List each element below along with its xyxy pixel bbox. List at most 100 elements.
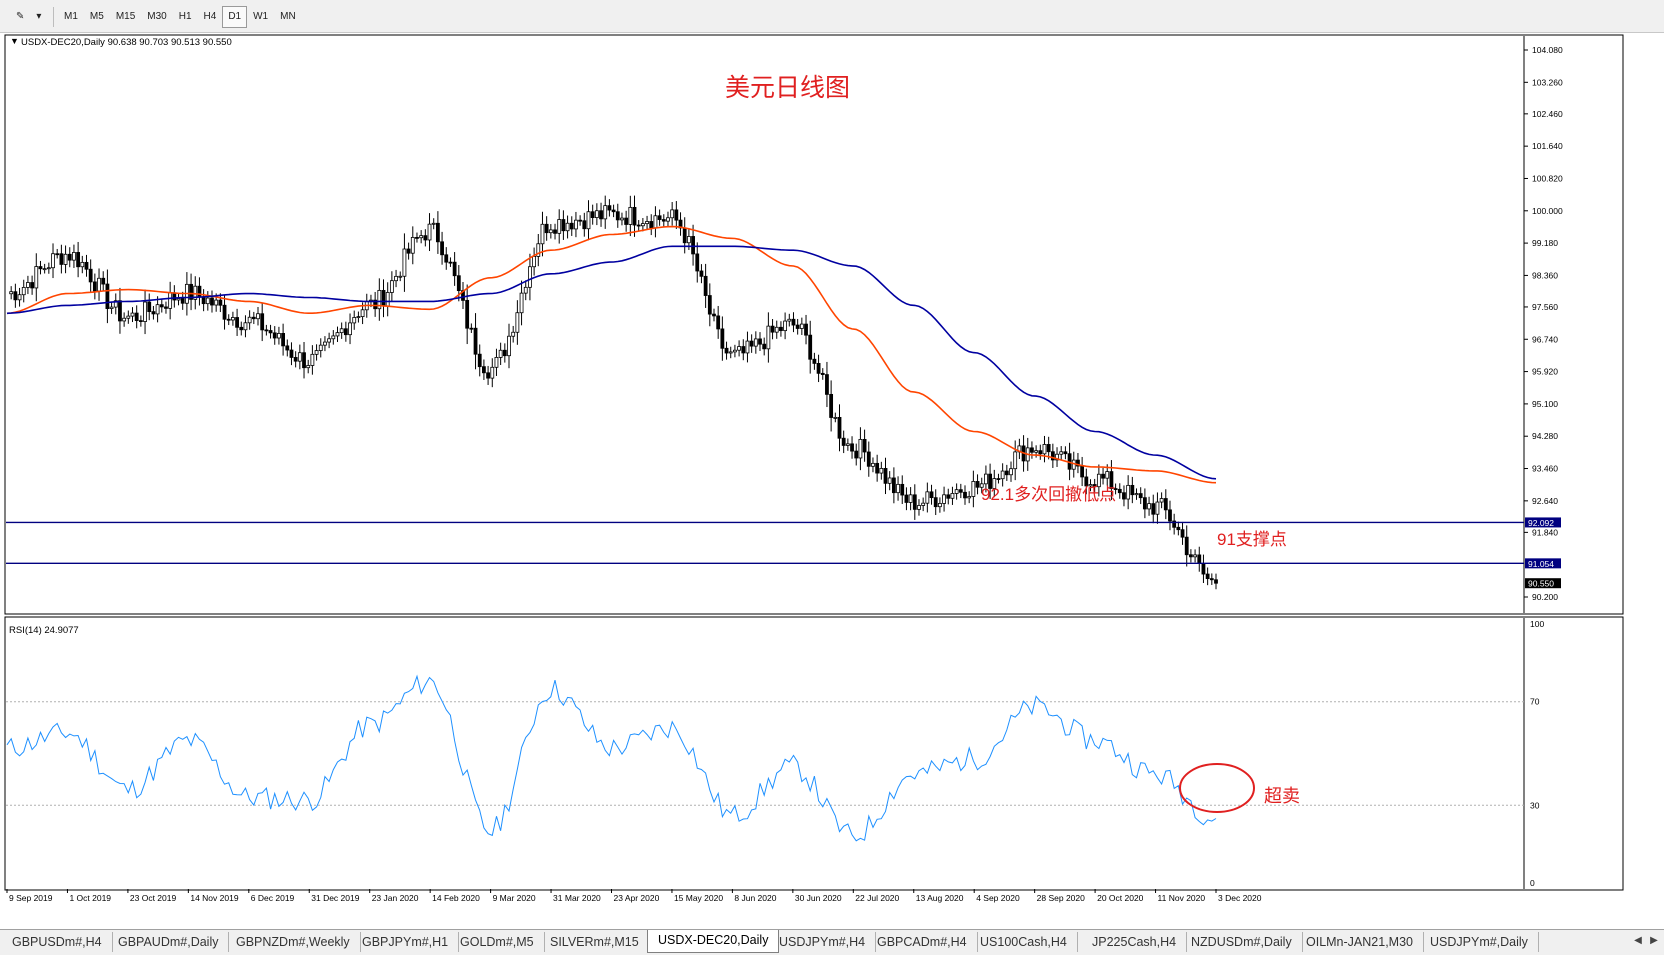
rsi-axis-label-2: 30 (1530, 800, 1540, 810)
timeframe-d1[interactable]: D1 (222, 6, 248, 28)
price-axis-label-5: 100.000 (1532, 206, 1563, 216)
candle-body (59, 253, 64, 265)
timeframe-h1[interactable]: H1 (173, 6, 198, 28)
candle-body (419, 235, 424, 239)
candle-body (268, 330, 273, 334)
chart-window[interactable]: 104.080 103.260 102.460 101.640 100.820 100.0… (4, 34, 1632, 912)
chart-tab-10[interactable]: JP225Cash,H4 (1082, 932, 1188, 952)
candle-body (327, 338, 332, 343)
candle-body (176, 298, 181, 301)
candle-body (1155, 501, 1160, 515)
candle-body (511, 331, 516, 337)
chart-tab-5[interactable]: SILVERm#,M15 (540, 932, 650, 952)
candle-body (67, 253, 72, 261)
candle-body (55, 253, 60, 256)
candle-body (285, 345, 290, 351)
chevron-down-icon[interactable]: ▾ (30, 6, 47, 28)
timeframe-w1[interactable]: W1 (247, 6, 274, 28)
candle-body (1205, 573, 1210, 580)
symbol-collapse-icon[interactable]: ▼ (10, 36, 19, 46)
line-studies-icon[interactable]: ✎ (10, 6, 30, 28)
chart-tab-2[interactable]: GBPNZDm#,Weekly (226, 932, 361, 952)
time-axis-label-11: 15 May 2020 (674, 893, 723, 903)
candle-body (264, 329, 269, 332)
rsi-label: RSI(14) 24.9077 (9, 625, 79, 636)
chart-tab-13[interactable]: USDJPYm#,Daily (1420, 932, 1539, 952)
candle-body (816, 363, 821, 374)
candle-body (155, 304, 160, 315)
price-marker-label-2: 90.550 (1528, 579, 1554, 589)
candle-body (837, 416, 842, 439)
tab-scroll-right-icon[interactable]: ▶ (1648, 934, 1660, 948)
chart-tab-0[interactable]: GBPUSDm#,H4 (2, 932, 113, 952)
price-axis-label-7: 98.360 (1532, 270, 1558, 280)
time-axis-label-4: 6 Dec 2019 (251, 893, 295, 903)
time-axis-label-20: 3 Dec 2020 (1218, 893, 1262, 903)
candle-body (51, 253, 55, 269)
candle-body (1004, 470, 1009, 476)
candle-body (147, 301, 152, 313)
candle-body (310, 353, 315, 366)
timeframe-m5[interactable]: M5 (84, 6, 110, 28)
candle-body (582, 220, 587, 230)
time-axis-label-10: 23 Apr 2020 (614, 893, 660, 903)
time-axis-label-16: 4 Sep 2020 (976, 893, 1020, 903)
chart-tab-3[interactable]: GBPJPYm#,H1 (352, 932, 460, 952)
candle-body (126, 315, 131, 319)
timeframe-m15[interactable]: M15 (110, 6, 141, 28)
candle-body (293, 357, 298, 362)
timeframe-m1[interactable]: M1 (58, 6, 84, 28)
candle-body (339, 328, 344, 334)
candle-body (854, 450, 859, 459)
candle-body (210, 297, 214, 306)
candle-body (247, 316, 252, 324)
price-chart-canvas[interactable]: 104.080 103.260 102.460 101.640 100.820 100.0… (4, 34, 1632, 912)
timeframe-m30[interactable]: M30 (141, 6, 172, 28)
candle-body (151, 311, 156, 315)
candle-body (1030, 447, 1034, 453)
candle-body (473, 327, 478, 355)
chart-tab-1[interactable]: GBPAUDm#,Daily (108, 932, 230, 952)
time-axis-label-15: 13 Aug 2020 (916, 893, 964, 903)
chart-tab-11[interactable]: NZDUSDm#,Daily (1181, 932, 1303, 952)
candle-body (34, 266, 39, 289)
chart-tab-8[interactable]: GBPCADm#,H4 (867, 932, 978, 952)
candle-body (97, 277, 101, 292)
timeframe-mn[interactable]: MN (274, 6, 302, 28)
candle-body (929, 491, 934, 499)
candle-body (46, 267, 51, 270)
chart-toolbar: ✎ ▾ M1 M5 M15 M30 H1 H4 D1 W1 MN (0, 0, 1664, 33)
candle-body (1059, 451, 1064, 455)
candle-body (620, 217, 624, 221)
chart-tab-12[interactable]: OILMn-JAN21,M30 (1296, 932, 1424, 952)
tab-scroll-left-icon[interactable]: ◀ (1632, 934, 1644, 948)
candle-body (896, 483, 900, 494)
candle-body (92, 281, 97, 292)
candle-body (937, 503, 942, 508)
price-axis-label-2: 102.460 (1532, 109, 1563, 119)
candle-body (946, 494, 951, 499)
chart-tab-7[interactable]: USDJPYm#,H4 (769, 932, 877, 952)
candle-body (235, 317, 239, 328)
chart-tab-4[interactable]: GOLDm#,M5 (450, 932, 545, 952)
candle-body (42, 268, 47, 271)
chart-tab-9[interactable]: US100Cash,H4 (970, 932, 1078, 952)
timeframe-h4[interactable]: H4 (198, 6, 223, 28)
candle-body (477, 353, 482, 368)
time-axis-label-19: 11 Nov 2020 (1158, 893, 1206, 903)
candle-body (1122, 492, 1126, 500)
candle-body (410, 237, 415, 254)
candle-body (645, 221, 649, 225)
candle-body (205, 297, 210, 305)
candle-body (214, 299, 219, 306)
time-axis-label-1: 1 Oct 2019 (69, 893, 111, 903)
candle-body (925, 491, 930, 504)
candle-body (389, 280, 394, 293)
candle-body (431, 222, 436, 225)
candle-body (787, 318, 792, 322)
candle-body (967, 496, 972, 499)
candle-body (528, 266, 532, 288)
chart-tab-6[interactable]: USDX-DEC20,Daily (647, 930, 780, 953)
candle-body (159, 304, 164, 308)
candle-body (1168, 509, 1172, 522)
